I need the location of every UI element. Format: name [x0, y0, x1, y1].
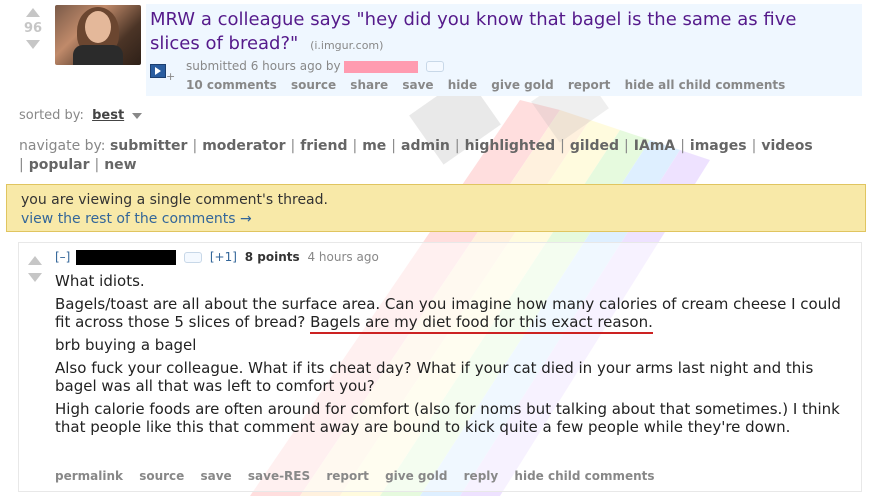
report-link[interactable]: report — [568, 78, 611, 92]
post-domain[interactable]: (i.imgur.com) — [310, 39, 383, 52]
notice-text: you are viewing a single comment's threa… — [21, 192, 328, 208]
save-res-link[interactable]: save-RES — [248, 469, 310, 483]
comment-downvote-arrow-icon[interactable] — [28, 273, 42, 282]
nav-images[interactable]: images — [690, 138, 747, 154]
nav-new[interactable]: new — [104, 157, 136, 173]
comment-save-link[interactable]: save — [200, 469, 231, 483]
navigate-by-bar: navigate by: submitter | moderator | friend |… — [19, 138, 813, 173]
sort-label: sorted by: — [19, 108, 84, 123]
post-action-links: 10 comments source share save hide give … — [186, 78, 795, 92]
redacted-comment-author — [76, 250, 177, 265]
source-link[interactable]: source — [291, 78, 336, 92]
post-score: 96 — [23, 21, 43, 36]
give-gold-link[interactable]: give gold — [491, 78, 553, 92]
comment-report-link[interactable]: report — [326, 469, 369, 483]
navigate-label: navigate by: — [19, 138, 106, 154]
comment-upvote-arrow-icon[interactable] — [28, 256, 42, 265]
comment-source-link[interactable]: source — [139, 469, 184, 483]
user-tag-icon[interactable] — [426, 61, 445, 72]
comment-give-gold-link[interactable]: give gold — [385, 469, 447, 483]
nav-moderator[interactable]: moderator — [202, 138, 285, 154]
comment-body: What idiots. Bagels/toast are all about … — [55, 272, 845, 441]
redacted-username — [344, 60, 419, 73]
nav-highlighted[interactable]: highlighted — [465, 138, 556, 154]
permalink-link[interactable]: permalink — [55, 469, 123, 483]
post-thumbnail[interactable] — [55, 5, 141, 65]
post-vote: 96 — [20, 8, 46, 49]
hide-link[interactable]: hide — [448, 78, 477, 92]
upvote-arrow-icon[interactable] — [26, 8, 40, 17]
submitted-text: submitted 6 hours ago by — [186, 59, 341, 73]
collapse-toggle[interactable]: [–] — [55, 250, 70, 264]
expando-play-icon[interactable] — [150, 64, 166, 78]
comment-paragraph: What idiots. — [55, 272, 145, 290]
reply-link[interactable]: reply — [464, 469, 499, 483]
underlined-text: Bagels are my diet food for this exact r… — [310, 313, 653, 334]
save-link[interactable]: save — [402, 78, 433, 92]
sort-control: sorted by: best — [19, 108, 143, 123]
nav-iama[interactable]: IAmA — [634, 138, 675, 154]
comments-link[interactable]: 10 comments — [186, 78, 277, 92]
comment-paragraph: Also fuck your colleague. What if its ch… — [55, 359, 814, 395]
post-tagline: submitted 6 hours ago by — [186, 59, 445, 73]
comment-user-tag-icon[interactable] — [184, 252, 203, 263]
nav-admin[interactable]: admin — [401, 138, 450, 154]
vote-weight-badge: [+1] — [209, 250, 237, 264]
nav-videos[interactable]: videos — [761, 138, 812, 154]
view-rest-link[interactable]: view the rest of the comments → — [21, 210, 865, 229]
post-title[interactable]: MRW a colleague says "hey did you know t… — [150, 8, 850, 58]
comment-vote — [28, 256, 42, 282]
nav-popular[interactable]: popular — [29, 157, 90, 173]
chevron-down-icon[interactable] — [132, 112, 143, 119]
comment-points: 8 points — [244, 250, 300, 264]
nav-friend[interactable]: friend — [300, 138, 347, 154]
nav-submitter[interactable]: submitter — [110, 138, 188, 154]
comment-paragraph: Bagels/toast are all about the surface a… — [55, 295, 845, 334]
comment-time: 4 hours ago — [307, 250, 379, 264]
comment-action-links: permalink source save save-RES report gi… — [55, 469, 667, 483]
comment-paragraph: brb buying a bagel — [55, 336, 197, 354]
comment-tagline: [–] [+1] 8 points 4 hours ago — [55, 250, 379, 265]
expando-plus-icon: + — [166, 70, 176, 83]
sort-dropdown[interactable]: best — [92, 108, 124, 123]
nav-gilded[interactable]: gilded — [570, 138, 619, 154]
hide-child-comments-link[interactable]: hide child comments — [514, 469, 654, 483]
hide-all-child-comments-link[interactable]: hide all child comments — [625, 78, 786, 92]
nav-me[interactable]: me — [362, 138, 386, 154]
comment-paragraph: High calorie foods are often around for … — [55, 400, 840, 436]
post-title-text[interactable]: MRW a colleague says "hey did you know t… — [150, 9, 796, 54]
downvote-arrow-icon[interactable] — [26, 40, 40, 49]
share-link[interactable]: share — [350, 78, 388, 92]
single-thread-notice: you are viewing a single comment's threa… — [6, 184, 866, 232]
